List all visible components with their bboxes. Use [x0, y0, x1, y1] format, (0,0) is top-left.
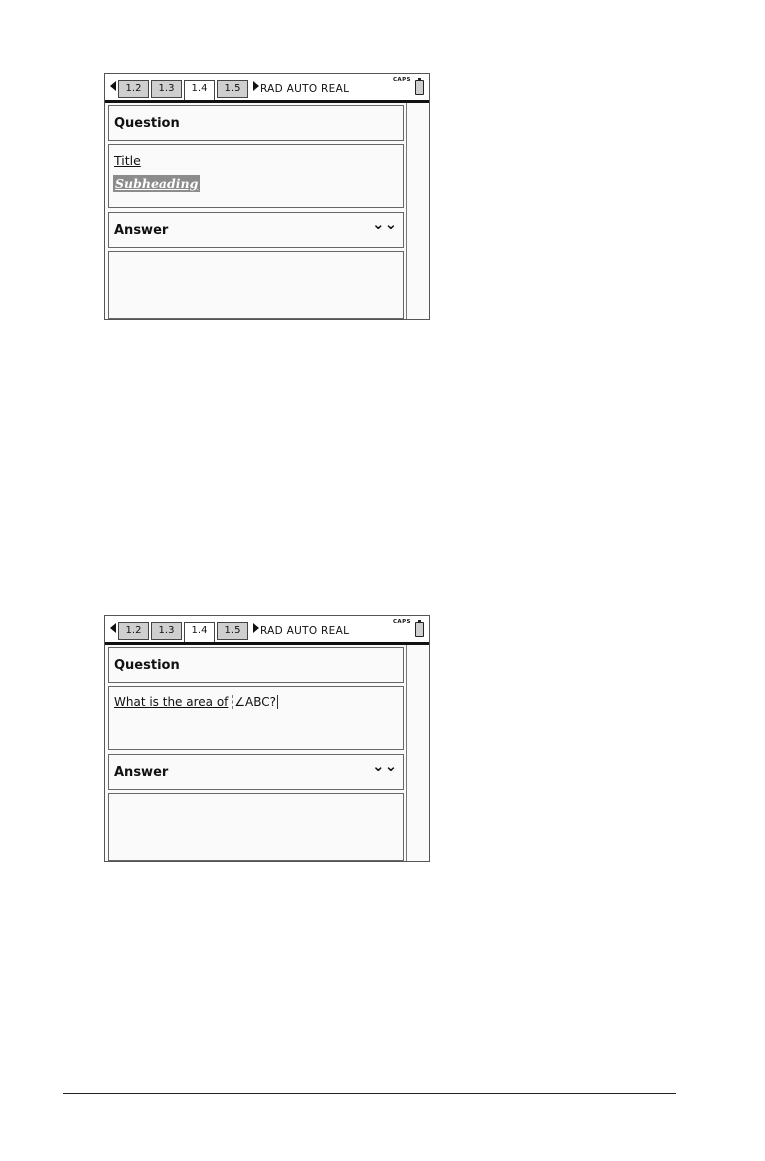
answer-body[interactable] [108, 793, 404, 861]
question-header[interactable]: Question [108, 647, 404, 683]
double-chevron-down-icon[interactable]: ⌄⌄ [372, 759, 397, 774]
answer-header[interactable]: Answer ⌄⌄ [108, 754, 404, 790]
scroll-pane-divider [406, 103, 407, 319]
tab-1-5[interactable]: 1.5 [217, 622, 248, 640]
caps-indicator: CAPS [393, 77, 411, 83]
caps-indicator: CAPS [393, 619, 411, 625]
tab-1-4[interactable]: 1.4 [184, 80, 215, 100]
scroll-right-arrow-icon[interactable] [253, 81, 259, 91]
tab-1-2[interactable]: 1.2 [118, 80, 149, 98]
tab-1-4[interactable]: 1.4 [184, 622, 215, 642]
page-footer-rule [63, 1093, 676, 1094]
question-text-prefix: What is the area of [114, 695, 229, 709]
scroll-right-arrow-icon[interactable] [253, 623, 259, 633]
topbar-divider [105, 642, 429, 645]
scroll-left-arrow-icon[interactable] [110, 81, 116, 91]
question-body[interactable]: What is the area of ∠ABC? [108, 686, 404, 750]
tab-1-3[interactable]: 1.3 [151, 80, 182, 98]
tab-1-5[interactable]: 1.5 [217, 80, 248, 98]
calculator-screen-2: 1.2 1.3 1.4 1.5 RAD AUTO REAL CAPS Quest… [104, 615, 430, 862]
question-text: What is the area of ∠ABC? [114, 695, 278, 709]
answer-label: Answer [114, 765, 169, 780]
double-chevron-down-icon[interactable]: ⌄⌄ [372, 217, 397, 232]
question-body[interactable]: Title Subheading [108, 144, 404, 208]
answer-body[interactable] [108, 251, 404, 319]
tab-1-3[interactable]: 1.3 [151, 622, 182, 640]
tab-bar: 1.2 1.3 1.4 1.5 RAD AUTO REAL CAPS [105, 616, 429, 643]
scroll-pane-divider [406, 645, 407, 861]
answer-header[interactable]: Answer ⌄⌄ [108, 212, 404, 248]
topbar-divider [105, 100, 429, 103]
battery-icon [415, 620, 424, 637]
question-label: Question [114, 658, 180, 673]
question-header[interactable]: Question [108, 105, 404, 141]
battery-icon [415, 78, 424, 95]
math-expression-box[interactable]: ∠ABC? [232, 695, 278, 709]
tab-bar: 1.2 1.3 1.4 1.5 RAD AUTO REAL CAPS [105, 74, 429, 101]
question-label: Question [114, 116, 180, 131]
tab-1-2[interactable]: 1.2 [118, 622, 149, 640]
answer-label: Answer [114, 223, 169, 238]
mode-status: RAD AUTO REAL [260, 83, 350, 95]
subheading-text-selected: Subheading [113, 175, 201, 192]
scroll-left-arrow-icon[interactable] [110, 623, 116, 633]
calculator-screen-1: 1.2 1.3 1.4 1.5 RAD AUTO REAL CAPS Quest… [104, 73, 430, 320]
title-text: Title [114, 153, 141, 168]
mode-status: RAD AUTO REAL [260, 625, 350, 637]
